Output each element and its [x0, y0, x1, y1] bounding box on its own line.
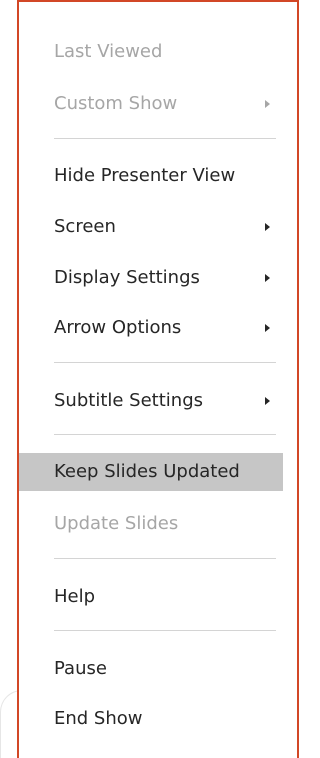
slideshow-screen: Last Viewed Custom Show Hide Presenter V… [0, 0, 301, 758]
menu-item-label: Keep Slides Updated [54, 461, 240, 482]
menu-item-label: Help [54, 586, 96, 607]
menu-item-label: Pause [54, 658, 107, 679]
menu-item-label: Display Settings [54, 267, 200, 288]
menu-item-hide-presenter-view[interactable]: Hide Presenter View [19, 157, 297, 195]
menu-separator [54, 630, 276, 631]
menu-item-arrow-options[interactable]: Arrow Options [19, 309, 297, 347]
menu-item-label: Last Viewed [54, 41, 163, 62]
menu-item-label: Update Slides [54, 513, 179, 534]
menu-item-subtitle-settings[interactable]: Subtitle Settings [19, 382, 297, 420]
menu-separator [54, 558, 276, 559]
menu-separator [54, 434, 276, 435]
chevron-right-icon [265, 274, 270, 282]
menu-item-label: Screen [54, 216, 116, 237]
slideshow-context-menu: Last Viewed Custom Show Hide Presenter V… [17, 0, 299, 758]
menu-item-label: Hide Presenter View [54, 165, 236, 186]
menu-item-label: Arrow Options [54, 317, 182, 338]
menu-separator [54, 362, 276, 363]
menu-item-display-settings[interactable]: Display Settings [19, 259, 297, 297]
menu-item-help[interactable]: Help [19, 578, 297, 616]
menu-item-keep-slides-updated[interactable]: Keep Slides Updated [19, 453, 283, 491]
menu-item-last-viewed[interactable]: Last Viewed [19, 33, 297, 71]
menu-item-custom-show[interactable]: Custom Show [19, 85, 297, 123]
menu-item-screen[interactable]: Screen [19, 208, 297, 246]
chevron-right-icon [265, 324, 270, 332]
menu-item-update-slides[interactable]: Update Slides [19, 505, 297, 543]
chevron-right-icon [265, 100, 270, 108]
menu-item-label: End Show [54, 708, 143, 729]
chevron-right-icon [265, 223, 270, 231]
menu-item-pause[interactable]: Pause [19, 650, 297, 688]
menu-item-label: Subtitle Settings [54, 390, 204, 411]
menu-separator [54, 138, 276, 139]
menu-item-end-show[interactable]: End Show [19, 700, 297, 738]
menu-item-label: Custom Show [54, 93, 178, 114]
chevron-right-icon [265, 397, 270, 405]
